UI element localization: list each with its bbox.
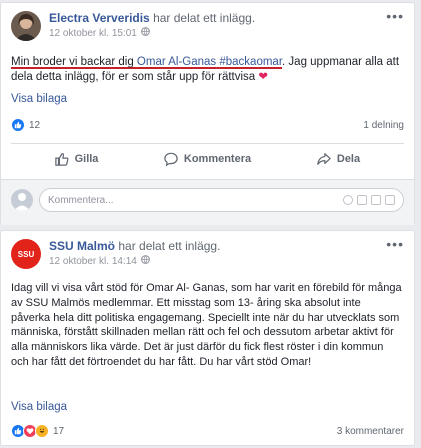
haha-reaction-icon [35, 424, 49, 438]
user-avatar [11, 189, 33, 211]
composer-icons [339, 195, 395, 205]
hashtag-link[interactable]: #backaomar [219, 56, 282, 68]
more-options-icon[interactable]: ••• [386, 9, 404, 23]
post-timestamp[interactable]: 12 oktober kl. 15:01 [49, 27, 137, 41]
divider [11, 143, 404, 144]
gif-icon[interactable] [371, 195, 381, 205]
post-text: Idag vill vi visa vårt stöd för Omar Al-… [11, 282, 402, 368]
share-label: Dela [336, 153, 361, 165]
post-card-electra: Electra Ververidis har delat ett inlägg.… [0, 2, 415, 225]
comment-placeholder: Kommentera... [48, 194, 114, 206]
mention-link[interactable]: Omar Al-Ganas [137, 56, 216, 68]
show-attachment-link[interactable]: Visa bilaga [11, 93, 67, 105]
comment-label: Kommentera [183, 153, 252, 165]
heart-emoji-icon: ❤ [258, 71, 269, 83]
comment-icon [164, 152, 178, 166]
post-timestamp[interactable]: 12 oktober kl. 14:14 [49, 255, 137, 269]
share-count[interactable]: 1 delning [363, 120, 404, 131]
sticker-icon[interactable] [385, 195, 395, 205]
like-button[interactable]: Gilla [11, 145, 142, 173]
show-attachment-link[interactable]: Visa bilaga [11, 401, 67, 413]
reaction-stats: 17 3 kommentarer [11, 423, 404, 439]
post-text-part1: Min broder vi backar dig [11, 56, 137, 68]
avatar[interactable]: SSU [11, 239, 41, 269]
share-icon [317, 153, 331, 165]
more-options-icon[interactable]: ••• [386, 237, 404, 251]
post-action-text: har delat ett inlägg. [118, 239, 221, 253]
reactions[interactable] [11, 424, 49, 438]
post-actions: Gilla Kommentera Dela [11, 145, 404, 173]
camera-icon[interactable] [357, 195, 367, 205]
reaction-count[interactable]: 17 [53, 426, 64, 437]
comment-count[interactable]: 3 kommentarer [337, 426, 404, 437]
globe-icon [140, 27, 150, 41]
ssu-logo-text: SSU [17, 249, 35, 259]
reactions[interactable] [11, 118, 25, 132]
post-card-ssu: SSU SSU Malmö har delat ett inlägg. 12 o… [0, 230, 415, 446]
emoji-icon[interactable] [343, 195, 353, 205]
share-button[interactable]: Dela [273, 145, 404, 173]
like-label: Gilla [74, 153, 99, 165]
reaction-count[interactable]: 12 [29, 120, 40, 131]
post-action-text: har delat ett inlägg. [153, 11, 256, 25]
comment-input[interactable]: Kommentera... [39, 188, 404, 212]
avatar[interactable] [11, 11, 41, 41]
post-text: Min broder vi backar dig Omar Al-Ganas #… [11, 55, 402, 85]
comment-composer: Kommentera... [1, 179, 414, 225]
post-header: SSU SSU Malmö har delat ett inlägg. 12 o… [11, 239, 220, 269]
post-header: Electra Ververidis har delat ett inlägg.… [11, 11, 255, 41]
like-reaction-icon [11, 118, 25, 132]
globe-icon [140, 255, 150, 269]
thumbs-up-icon [54, 153, 69, 166]
author-name[interactable]: SSU Malmö [49, 239, 115, 253]
author-name[interactable]: Electra Ververidis [49, 11, 150, 25]
comment-button[interactable]: Kommentera [142, 145, 273, 173]
reaction-stats: 12 1 delning [11, 117, 404, 133]
